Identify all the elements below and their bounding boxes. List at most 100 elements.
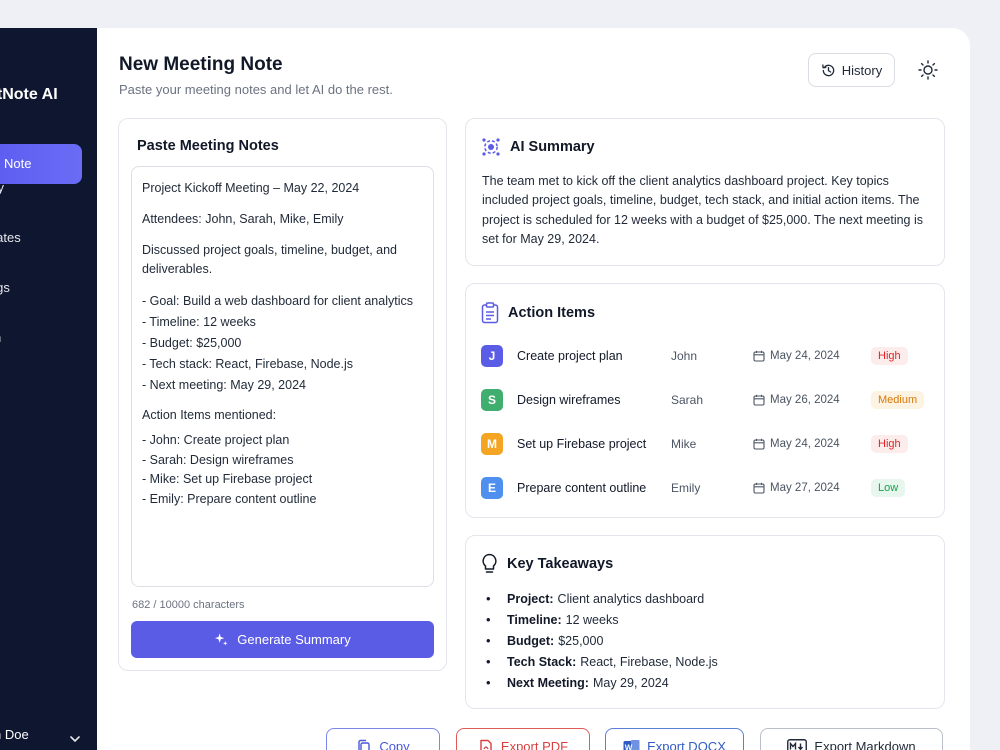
export-pdf-label: Export PDF — [500, 739, 569, 750]
takeaway-value: 12 weeks — [565, 612, 619, 627]
ai-summary-title: AI Summary — [510, 139, 595, 155]
ai-summary-card: AI Summary The team met to kick off the … — [465, 118, 945, 266]
calendar-icon — [753, 394, 765, 406]
copy-button[interactable]: Copy — [326, 728, 440, 750]
avatar: J — [481, 345, 503, 367]
sidebar-item-settings[interactable]: ings — [0, 280, 10, 295]
priority-badge: High — [871, 347, 908, 365]
calendar-icon — [753, 438, 765, 450]
table-row[interactable]: J Create project plan John May 24, 2024 High — [481, 344, 931, 368]
calendar-icon — [753, 482, 765, 494]
user-name[interactable]: n Doe — [0, 727, 29, 742]
takeaway-label: Budget: — [507, 633, 555, 648]
list-item: • Budget: $25,000 — [486, 633, 604, 648]
takeaway-label: Tech Stack: — [507, 654, 577, 669]
ai-summary-text: The team met to kick off the client anal… — [482, 174, 924, 246]
notes-action-bullet: - Sarah: Design wireframes — [142, 452, 294, 467]
sidebar-item-templates[interactable]: plates — [0, 230, 21, 245]
copy-label: Copy — [379, 739, 410, 750]
avatar: S — [481, 389, 503, 411]
takeaway-value: Client analytics dashboard — [557, 591, 705, 606]
generate-summary-label: Generate Summary — [237, 632, 351, 647]
app-brand: etNote AI — [0, 86, 58, 103]
takeaway-value: React, Firebase, Node.js — [580, 654, 718, 669]
sidebar-item-history[interactable]: ory — [0, 180, 4, 195]
action-due-date: May 26, 2024 — [753, 394, 871, 406]
notes-action-bullet: - John: Create project plan — [142, 433, 290, 447]
takeaway-label: Next Meeting: — [507, 675, 589, 690]
sidebar: etNote AI Note ory plates ings n n Doe — [0, 28, 97, 750]
notes-action-bullet: - Emily: Prepare content outline — [142, 491, 317, 506]
export-docx-button[interactable]: W Export DOCX — [605, 728, 744, 750]
sidebar-item-new-note[interactable]: Note — [0, 144, 82, 184]
action-due-date: May 27, 2024 — [753, 482, 871, 494]
action-task: Create project plan — [517, 349, 623, 363]
notes-line: Discussed project goals, timeline, budge… — [142, 243, 398, 276]
action-assignee: Sarah — [671, 393, 704, 407]
due-date-text: May 27, 2024 — [770, 482, 840, 494]
sidebar-item-help[interactable]: n — [0, 330, 1, 345]
action-assignee: Emily — [671, 481, 701, 495]
export-markdown-label: Export Markdown — [814, 739, 916, 750]
notes-line: Project Kickoff Meeting – May 22, 2024 — [142, 181, 360, 195]
list-item: • Project: Client analytics dashboard — [486, 591, 705, 606]
page-title: New Meeting Note — [119, 54, 283, 75]
takeaway-value: $25,000 — [558, 633, 604, 648]
svg-text:W: W — [625, 744, 633, 750]
history-icon — [821, 63, 835, 76]
sun-icon[interactable] — [917, 59, 939, 81]
meeting-notes-textarea[interactable]: Project Kickoff Meeting – May 22, 2024 A… — [131, 166, 434, 587]
clipboard-icon — [481, 302, 499, 324]
due-date-text: May 26, 2024 — [770, 394, 840, 406]
key-takeaways-card: Key Takeaways • Project: Client analytics … — [465, 535, 945, 709]
pdf-file-icon — [480, 739, 492, 750]
lightbulb-icon — [482, 553, 497, 573]
priority-badge: High — [871, 435, 908, 453]
takeaway-label: Project: — [507, 591, 554, 606]
ai-chip-icon — [482, 138, 500, 156]
page-subtitle: Paste your meeting notes and let AI do t… — [119, 82, 393, 97]
takeaways-list: • Project: Client analytics dashboard • Tim… — [486, 588, 718, 693]
priority-badge: Medium — [871, 391, 925, 409]
action-assignee: Mike — [671, 437, 697, 451]
sidebar-item-label: Note — [4, 156, 32, 171]
markdown-icon — [787, 739, 808, 750]
action-due-date: May 24, 2024 — [753, 350, 871, 362]
action-task: Prepare content outline — [517, 481, 647, 495]
paste-notes-card: Paste Meeting Notes Project Kickoff Meet… — [118, 118, 447, 671]
table-row[interactable]: M Set up Firebase project Mike May 24, 2024… — [481, 432, 931, 456]
notes-bullet: - Timeline: 12 weeks — [142, 315, 256, 329]
generate-summary-button[interactable]: Generate Summary — [131, 621, 434, 658]
paste-notes-title: Paste Meeting Notes — [137, 138, 279, 154]
table-row[interactable]: S Design wireframes Sarah May 26, 2024 Mediu… — [481, 388, 931, 412]
action-items-card: Action Items J Create project plan John May… — [465, 283, 945, 518]
chevron-down-icon[interactable] — [68, 732, 82, 746]
calendar-icon — [753, 350, 765, 362]
export-pdf-button[interactable]: Export PDF — [456, 728, 590, 750]
notes-bullet: - Next meeting: May 29, 2024 — [142, 378, 306, 392]
action-assignee: John — [671, 349, 698, 363]
takeaway-label: Timeline: — [507, 612, 562, 627]
action-task: Design wireframes — [517, 393, 621, 407]
notes-action-bullet: - Mike: Set up Firebase project — [142, 472, 313, 486]
list-item: • Next Meeting: May 29, 2024 — [486, 675, 669, 690]
word-doc-icon: W — [623, 740, 640, 750]
key-takeaways-title: Key Takeaways — [507, 556, 614, 572]
export-docx-label: Export DOCX — [647, 739, 726, 750]
export-markdown-button[interactable]: Export Markdown — [760, 728, 943, 750]
notes-line: Action Items mentioned: — [142, 408, 277, 422]
table-row[interactable]: E Prepare content outline Emily May 27, 202… — [481, 476, 931, 500]
character-count: 682 / 10000 characters — [132, 599, 245, 611]
notes-bullet: - Tech stack: React, Firebase, Node.js — [142, 357, 353, 371]
action-due-date: May 24, 2024 — [753, 438, 871, 450]
notes-line: Attendees: John, Sarah, Mike, Emily — [142, 212, 344, 226]
history-button[interactable]: History — [808, 53, 895, 87]
list-item: • Timeline: 12 weeks — [486, 612, 619, 627]
notes-bullet: - Budget: $25,000 — [142, 336, 242, 350]
sparkle-icon — [215, 633, 228, 646]
action-task: Set up Firebase project — [517, 437, 647, 451]
action-items-title: Action Items — [508, 305, 596, 321]
due-date-text: May 24, 2024 — [770, 438, 840, 450]
takeaway-value: May 29, 2024 — [592, 675, 669, 690]
copy-icon — [358, 739, 371, 750]
